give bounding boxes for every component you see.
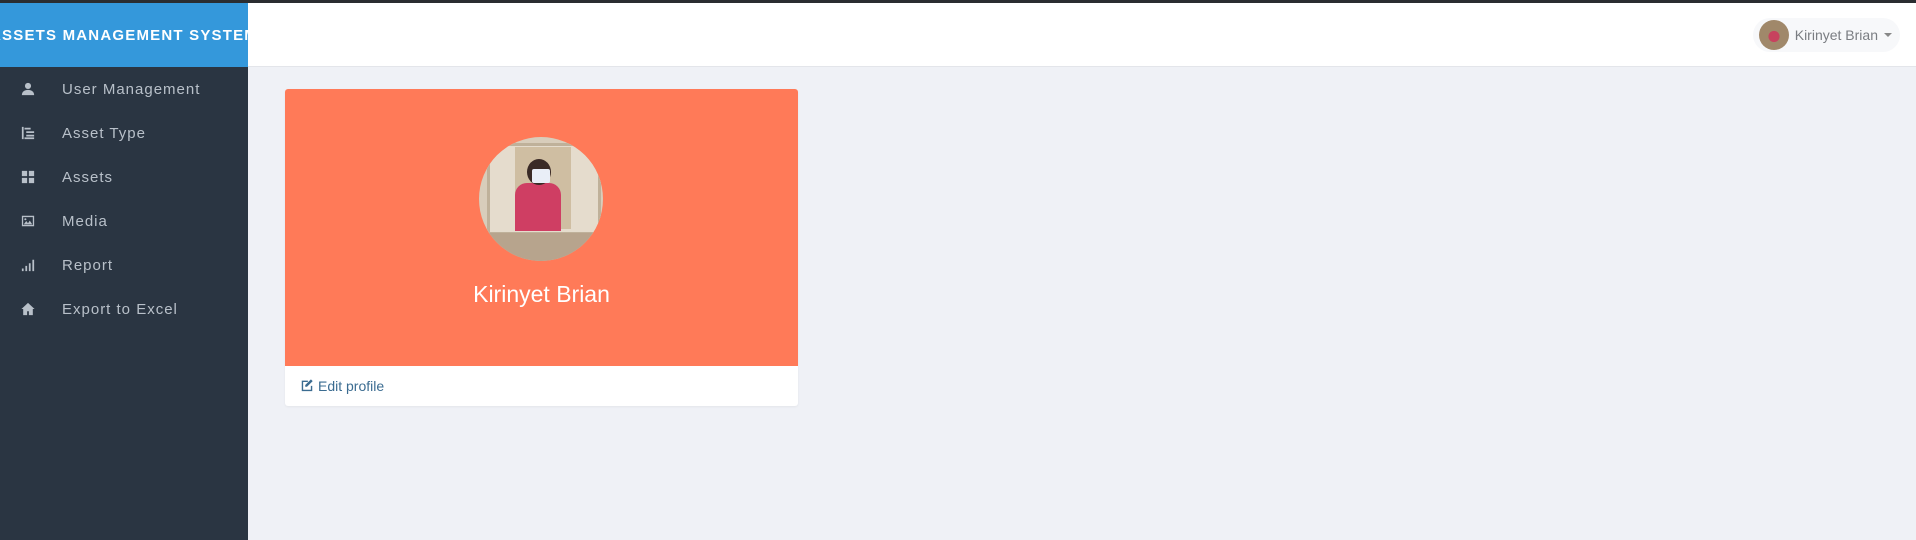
- brand-title: ASSETS MANAGEMENT SYSTEM: [0, 26, 248, 44]
- sidebar-item-media[interactable]: Media: [0, 199, 248, 243]
- header-user-name: Kirinyet Brian: [1794, 27, 1878, 43]
- top-header: Kirinyet Brian: [248, 3, 1916, 67]
- edit-profile-link[interactable]: Edit profile: [300, 378, 384, 395]
- edit-icon: [300, 378, 318, 395]
- profile-photo: [479, 137, 603, 261]
- sidebar-item-report[interactable]: Report: [0, 243, 248, 287]
- signal-bars-icon: [20, 257, 36, 273]
- home-icon: [20, 301, 36, 317]
- user-icon: [20, 81, 36, 97]
- avatar: [1758, 20, 1789, 50]
- sidebar-item-label: User Management: [62, 80, 201, 98]
- profile-card: Kirinyet Brian Edit profile: [285, 89, 798, 406]
- sidebar-item-label: Media: [62, 212, 108, 230]
- sidebar-item-label: Assets: [62, 168, 114, 186]
- sidebar-item-label: Asset Type: [62, 124, 146, 142]
- image-icon: [20, 213, 36, 229]
- profile-card-header: Kirinyet Brian: [285, 89, 798, 366]
- profile-name: Kirinyet Brian: [473, 281, 610, 307]
- sidebar: User Management Asset Type Assets Media …: [0, 67, 248, 540]
- app-brand[interactable]: ASSETS MANAGEMENT SYSTEM: [0, 3, 248, 67]
- caret-down-icon: [1884, 33, 1892, 37]
- user-menu-button[interactable]: Kirinyet Brian: [1752, 18, 1900, 52]
- profile-card-footer: Edit profile: [285, 366, 798, 406]
- sidebar-item-assets[interactable]: Assets: [0, 155, 248, 199]
- list-tree-icon: [20, 125, 36, 141]
- sidebar-item-label: Export to Excel: [62, 300, 178, 318]
- grid-icon: [20, 169, 36, 185]
- edit-profile-label: Edit profile: [318, 378, 385, 394]
- sidebar-item-asset-type[interactable]: Asset Type: [0, 111, 248, 155]
- sidebar-item-user-management[interactable]: User Management: [0, 67, 248, 111]
- sidebar-item-export-to-excel[interactable]: Export to Excel: [0, 287, 248, 331]
- sidebar-item-label: Report: [62, 256, 114, 274]
